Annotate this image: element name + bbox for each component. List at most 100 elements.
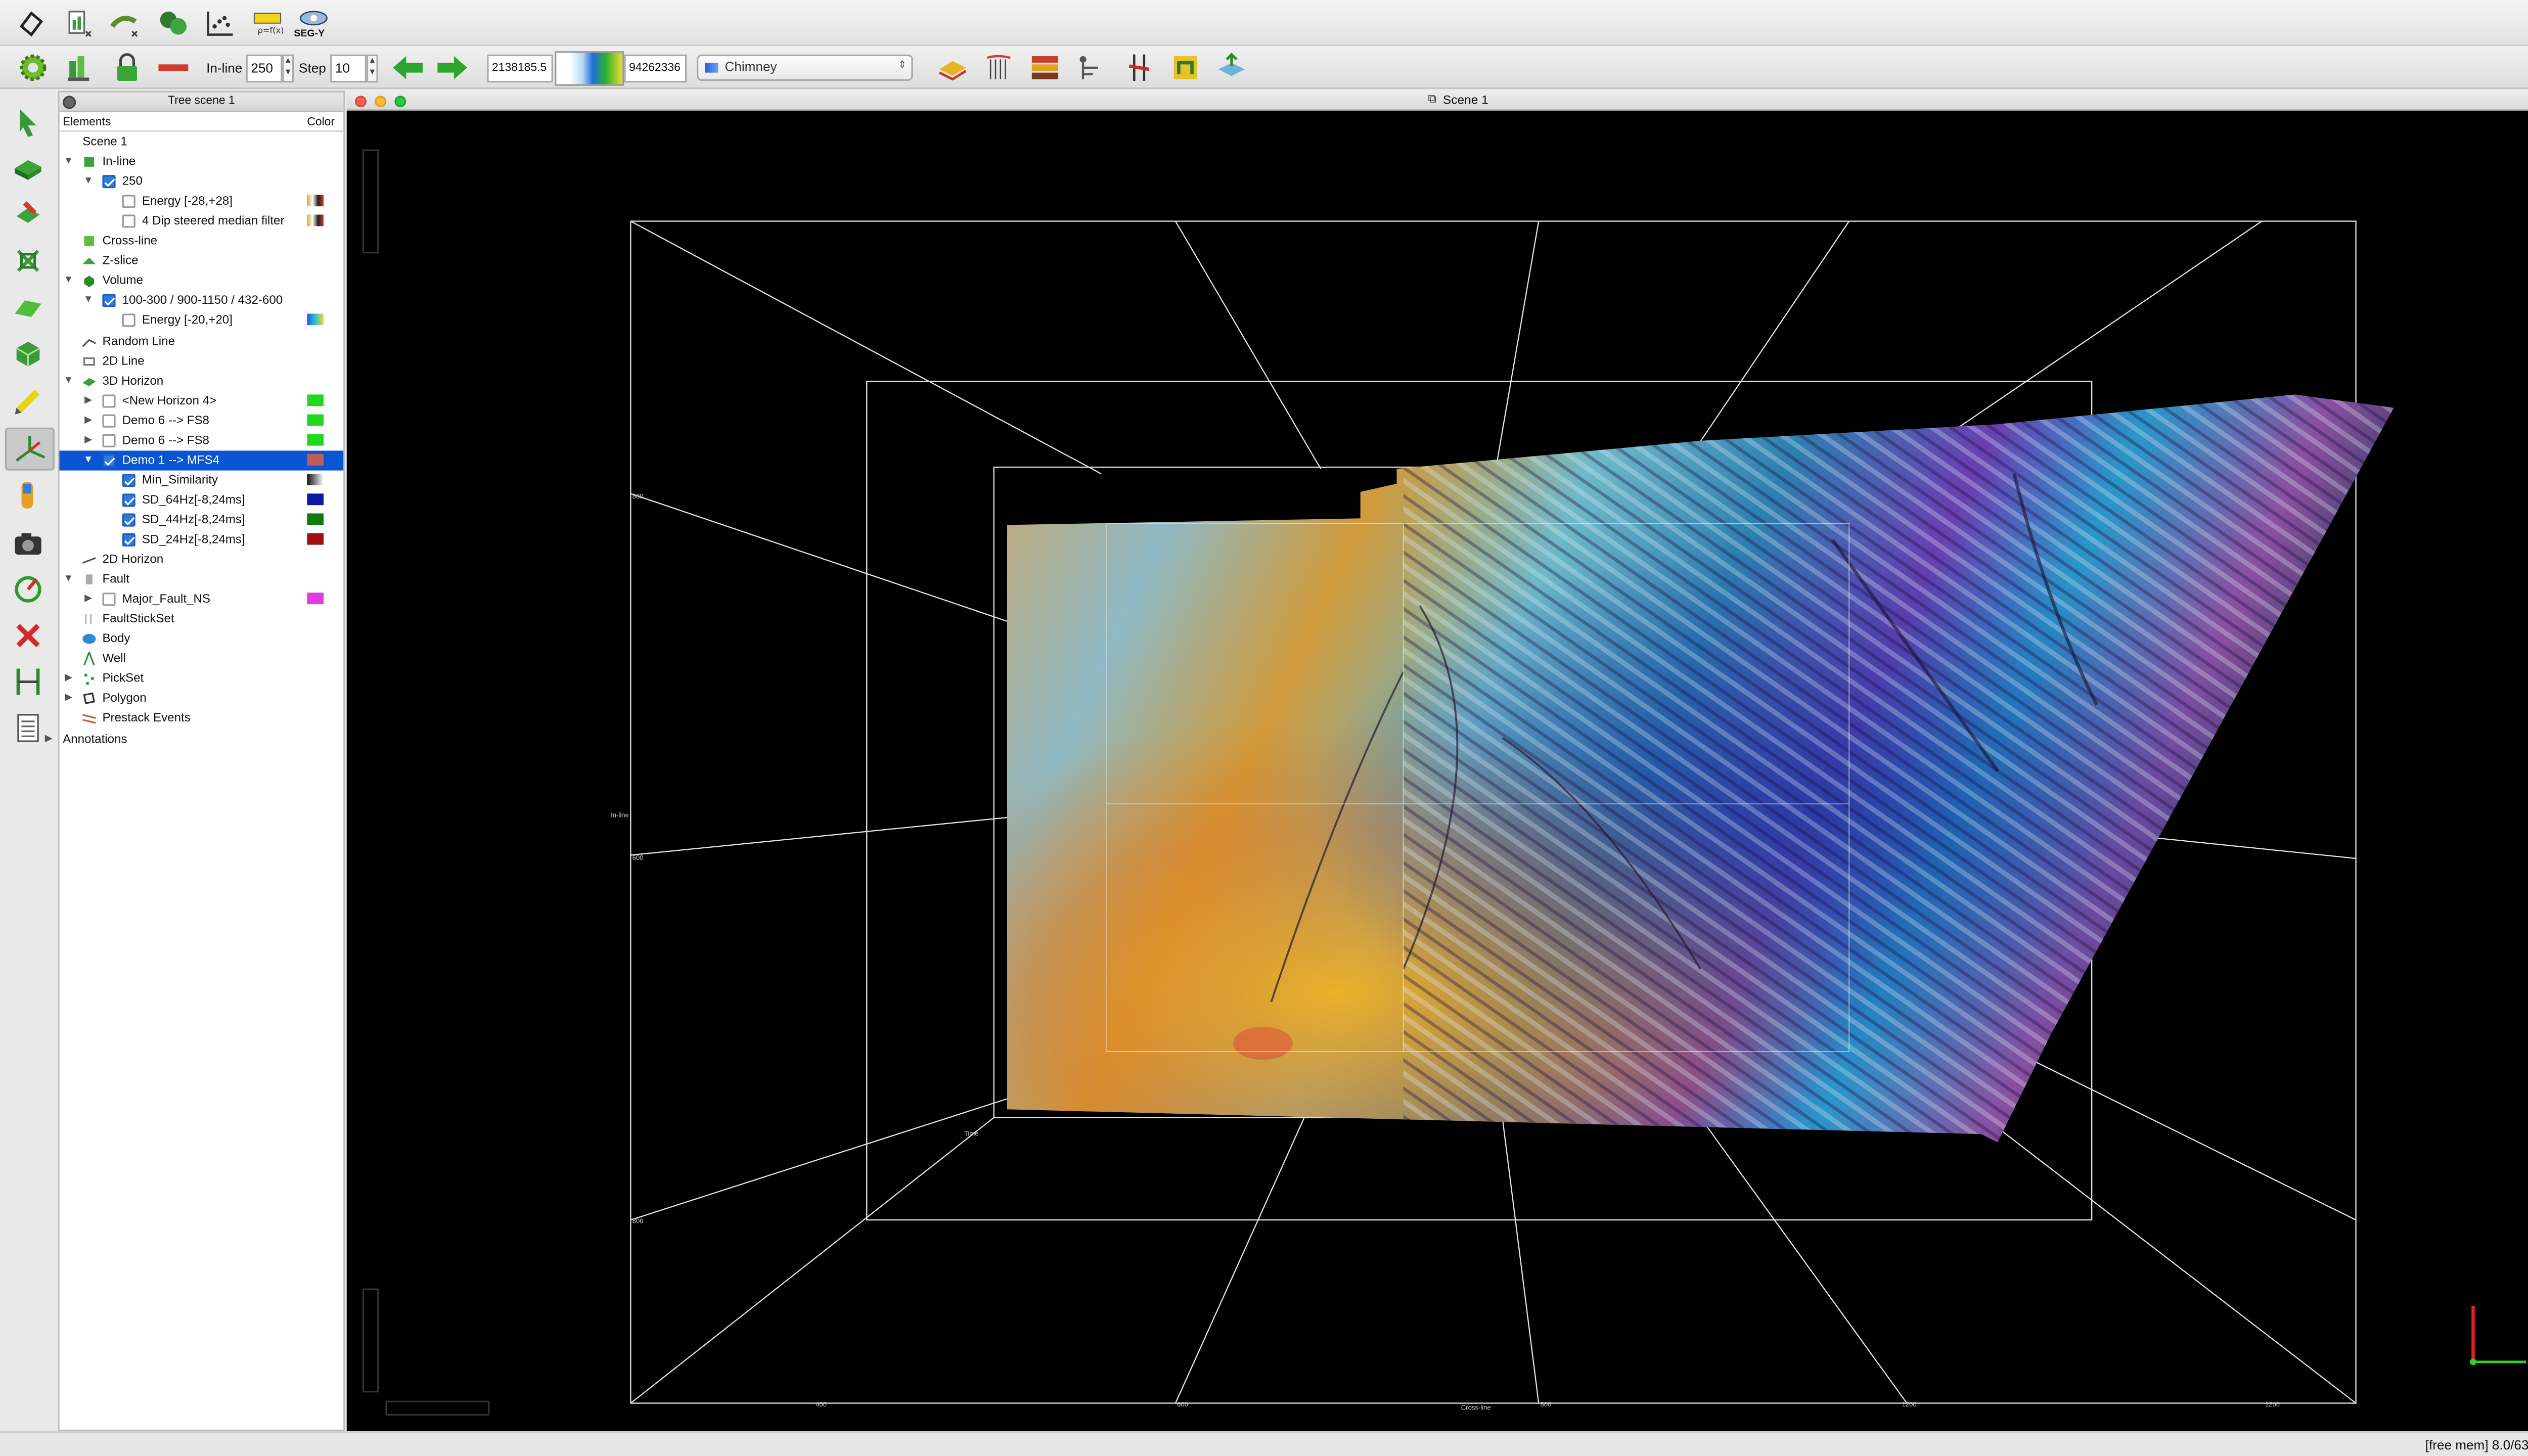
minimize-window-icon[interactable] <box>375 96 387 108</box>
tree-item-color-swatch[interactable] <box>307 414 324 426</box>
left-scroll-indicator[interactable] <box>362 149 379 254</box>
tree-item-checkbox[interactable] <box>122 493 136 507</box>
tree-item[interactable]: ▼ Fault <box>60 570 344 589</box>
tree-item[interactable]: ▶ PickSet <box>60 669 344 689</box>
chart-icon[interactable] <box>63 51 96 84</box>
colorbar-tool-icon[interactable] <box>12 479 44 512</box>
tree-item-color-swatch[interactable] <box>307 215 324 226</box>
segy-icon[interactable]: SEG-Y <box>294 7 333 39</box>
direction-tool-icon[interactable] <box>12 573 44 606</box>
axis-tool-icon[interactable] <box>5 427 55 471</box>
well-panel-icon[interactable] <box>12 665 44 698</box>
expand-right-icon[interactable]: ▶ <box>82 430 94 450</box>
expand-right-icon[interactable]: ▶ <box>82 391 94 411</box>
tree-item-checkbox[interactable] <box>122 473 136 487</box>
settings-gear-icon[interactable] <box>17 51 50 84</box>
colorbar-preview[interactable] <box>555 51 624 86</box>
tree-item[interactable]: ▶ Demo 6 --> FS8 <box>60 430 344 450</box>
pointer-tool-icon[interactable] <box>12 106 44 139</box>
tree-item-checkbox[interactable] <box>102 453 116 467</box>
tree-item[interactable]: ▶ Major_Fault_NS <box>60 589 344 609</box>
expand-right-icon[interactable]: ▶ <box>63 669 74 689</box>
tree-item-checkbox[interactable] <box>122 533 136 547</box>
lock-icon[interactable] <box>111 51 144 84</box>
horizon-layer-icon[interactable] <box>936 51 969 84</box>
tree-item[interactable]: ▼ Volume <box>60 271 344 291</box>
tree-item-color-swatch[interactable] <box>307 453 324 466</box>
pick-tool-icon[interactable] <box>12 383 44 416</box>
expand-right-icon[interactable]: ▶ <box>43 729 55 749</box>
tree-item[interactable]: Body <box>60 629 344 649</box>
tree-item-checkbox[interactable] <box>102 294 116 308</box>
tree-item[interactable]: ▶ <New Horizon 4> <box>60 391 344 411</box>
tree-item-checkbox[interactable] <box>102 433 116 447</box>
tree-item[interactable]: 2D Line <box>60 351 344 371</box>
tree-item-color-swatch[interactable] <box>307 433 324 445</box>
tree-item-color-swatch[interactable] <box>307 493 324 505</box>
colortable-select[interactable]: Chimney ⇕ <box>696 54 913 81</box>
expand-down-icon[interactable]: ▼ <box>63 152 74 172</box>
close-window-icon[interactable] <box>355 96 367 108</box>
zslice-add-icon[interactable] <box>12 244 44 277</box>
expand-right-icon[interactable]: ▶ <box>82 589 94 609</box>
crossplot-icon[interactable] <box>203 7 236 39</box>
remove-icon[interactable] <box>157 51 190 84</box>
seismic-display-icon[interactable] <box>982 51 1015 84</box>
fault-tool-icon[interactable] <box>1122 51 1155 84</box>
scene-canvas[interactable] <box>347 111 2528 1431</box>
tree-item-color-swatch[interactable] <box>307 195 324 207</box>
tree-item[interactable]: Energy [-20,+20] <box>60 311 344 331</box>
expand-down-icon[interactable]: ▼ <box>63 371 74 390</box>
tree-item[interactable]: ▶ Annotations <box>45 729 344 749</box>
tree-item[interactable]: 2D Horizon <box>60 550 344 570</box>
tree-item-checkbox[interactable] <box>122 195 136 208</box>
color-max-field[interactable]: 94262336 <box>624 54 687 83</box>
column-elements[interactable]: Elements <box>63 116 111 132</box>
camera-icon[interactable] <box>12 527 44 560</box>
column-color[interactable]: Color <box>307 116 335 132</box>
horizon-add-icon[interactable] <box>12 291 44 324</box>
next-arrow-icon[interactable] <box>434 51 471 84</box>
import-data-icon[interactable] <box>63 7 96 39</box>
color-min-field[interactable]: 2138185.5 <box>487 54 553 83</box>
tree-item-checkbox[interactable] <box>122 215 136 229</box>
layers-stack-icon[interactable] <box>1028 51 1061 84</box>
tree-item[interactable]: ▼ In-line <box>60 152 344 172</box>
left-scroll-indicator-bottom[interactable] <box>362 1288 379 1393</box>
survey-manager-icon[interactable] <box>15 7 48 39</box>
tree-item-color-swatch[interactable] <box>307 533 324 545</box>
tree-item[interactable]: Z-slice <box>60 251 344 271</box>
tree-item[interactable]: SD_44Hz[-8,24ms] <box>60 510 344 530</box>
tree-item[interactable]: ▼ 3D Horizon <box>60 371 344 390</box>
tree-item[interactable]: Min_Similarity <box>60 470 344 490</box>
tree-item[interactable]: Well <box>60 649 344 669</box>
rock-physics-icon[interactable]: ρ=f(x) <box>251 7 284 39</box>
tree-item-checkbox[interactable] <box>102 414 116 427</box>
tree-item[interactable]: FaultStickSet <box>60 610 344 629</box>
expand-right-icon[interactable]: ▶ <box>63 689 74 709</box>
tree-item[interactable]: ▶ Polygon <box>60 689 344 709</box>
tree-item-checkbox[interactable] <box>122 314 136 328</box>
tree-item-checkbox[interactable] <box>122 513 136 527</box>
expand-down-icon[interactable]: ▼ <box>82 291 94 311</box>
tree-item[interactable]: ▼ Demo 1 --> MFS4 <box>59 450 344 470</box>
well-tie-icon[interactable] <box>1075 51 1108 84</box>
step-stepper[interactable]: ▲ ▼ <box>366 54 378 83</box>
tree-item-color-swatch[interactable] <box>307 513 324 525</box>
inline-stepper[interactable]: ▲ ▼ <box>282 54 294 83</box>
tree-item[interactable]: SD_24Hz[-8,24ms] <box>60 530 344 550</box>
close-panel-icon[interactable] <box>63 96 76 109</box>
expand-down-icon[interactable]: ▼ <box>63 271 74 291</box>
volume-add-icon[interactable] <box>12 337 44 370</box>
tree-item[interactable]: SD_64Hz[-8,24ms] <box>60 490 344 510</box>
scene-3d-viewer[interactable]: In-line Cross-line Time 800 600 800 400 … <box>346 110 2528 1432</box>
tree-item[interactable]: 4 Dip steered median filter <box>60 212 344 232</box>
expand-right-icon[interactable]: ▶ <box>82 411 94 430</box>
delete-tool-icon[interactable] <box>12 619 44 652</box>
bottom-scroll-indicator[interactable] <box>385 1400 490 1416</box>
export-scene-icon[interactable] <box>1215 51 1248 84</box>
attributes-icon[interactable] <box>109 7 142 39</box>
tree-item-checkbox[interactable] <box>102 175 116 189</box>
previous-arrow-icon[interactable] <box>390 51 426 84</box>
crossline-add-icon[interactable] <box>12 198 44 231</box>
